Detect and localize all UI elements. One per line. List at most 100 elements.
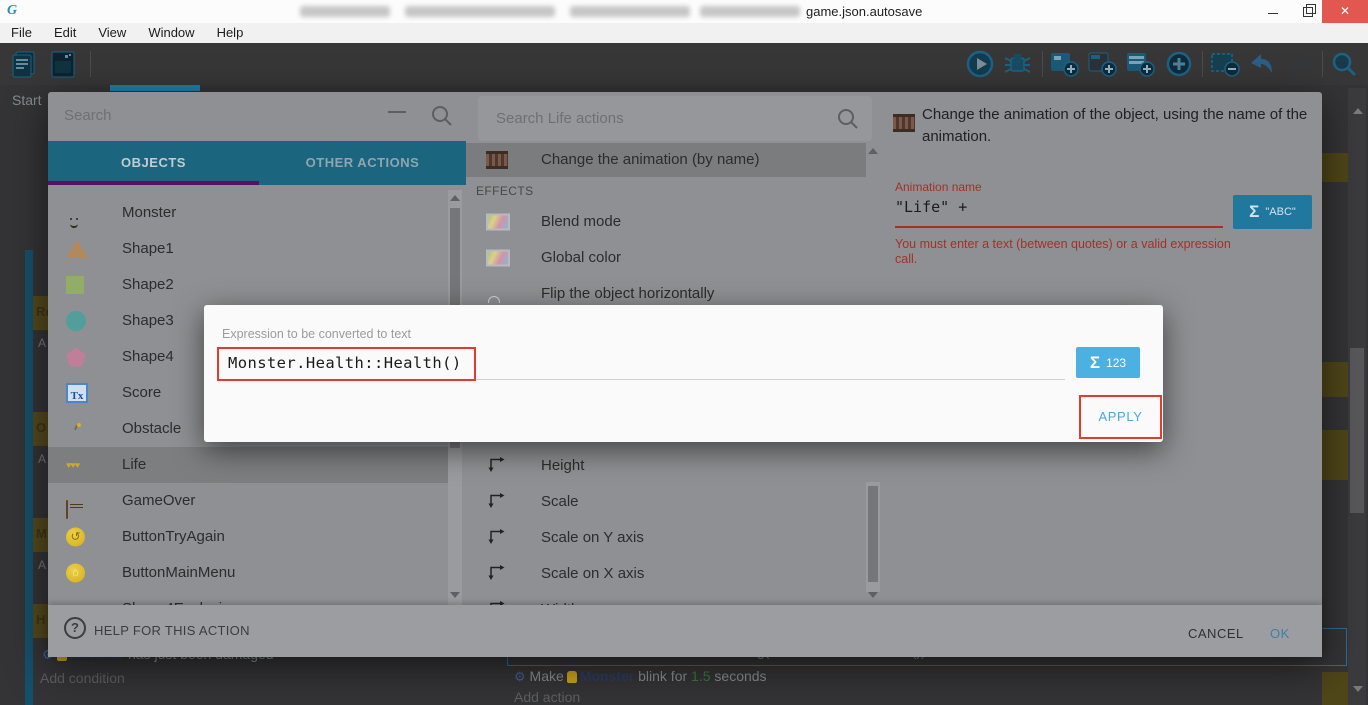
open-expression-editor-button[interactable]: Σ "ABC" (1233, 195, 1312, 229)
search-icon[interactable] (1328, 49, 1360, 79)
apply-button[interactable]: APPLY (1081, 397, 1160, 437)
action-row-scale[interactable]: Scale (466, 484, 866, 520)
actions-search-box[interactable]: Search Life actions (478, 96, 872, 141)
animation-name-label: Animation name (895, 180, 982, 194)
action-row-global-color[interactable]: Global color (466, 240, 866, 276)
scrollbar-thumb[interactable] (1350, 348, 1364, 513)
tab-objects[interactable]: OBJECTS (48, 141, 259, 185)
cancel-button[interactable]: CANCEL (1180, 622, 1252, 645)
text-object-icon (66, 383, 88, 403)
tab-start: Start (12, 92, 42, 108)
close-button[interactable] (1322, 0, 1368, 23)
redacted-title-text (300, 6, 390, 17)
comment-row-fragment (1322, 430, 1348, 480)
toolbar-divider (1042, 51, 1043, 77)
add-event-icon[interactable] (1124, 49, 1156, 79)
action-row-scale-x[interactable]: Scale on X axis (466, 556, 866, 592)
comment-row-fragment: M (33, 518, 48, 552)
restore-button[interactable] (1292, 0, 1322, 23)
triangle-icon (66, 240, 88, 258)
undo-icon[interactable] (1246, 49, 1278, 79)
menu-edit[interactable]: Edit (43, 23, 87, 43)
object-row-shape1[interactable]: Shape1 (48, 231, 448, 267)
redacted-title-text (405, 6, 555, 17)
remove-frame-icon[interactable] (1208, 49, 1240, 79)
scene-editor-icon[interactable] (10, 49, 42, 79)
toolbar-divider (1322, 51, 1323, 77)
scrollbar-thumb[interactable] (868, 486, 878, 582)
scroll-down-icon[interactable] (450, 592, 460, 598)
pentagon-icon (66, 348, 86, 367)
gear-icon: ⚙ (514, 669, 526, 684)
scroll-up-icon[interactable] (868, 148, 878, 154)
help-icon[interactable] (64, 617, 86, 639)
menu-file[interactable]: File (0, 23, 43, 43)
comment-row-fragment: H (33, 604, 48, 638)
expression-builder-button[interactable]: Σ 123 (1076, 347, 1140, 378)
object-row-life-selected[interactable]: Life (48, 447, 448, 483)
action-row-blend-mode[interactable]: Blend mode (466, 204, 866, 240)
actions-search-input[interactable]: Search Life actions (496, 110, 624, 127)
validation-error-text: You must enter a text (between quotes) o… (895, 237, 1240, 267)
add-icon[interactable] (1163, 49, 1195, 79)
active-tab-underline (48, 181, 259, 185)
object-row-monster[interactable]: Monster (48, 195, 448, 231)
redo-icon[interactable] (1285, 49, 1317, 79)
scroll-down-icon[interactable] (868, 592, 878, 598)
action-row-scale-y[interactable]: Scale on Y axis (466, 520, 866, 556)
section-effects: EFFECTS (476, 184, 533, 198)
scroll-up-icon[interactable] (450, 195, 460, 201)
menu-window[interactable]: Window (137, 23, 205, 43)
search-icon[interactable] (430, 104, 454, 128)
minimize-button[interactable] (1258, 0, 1288, 23)
event-text-fragment: A (38, 452, 46, 466)
comment-row-fragment (1322, 362, 1348, 397)
object-row-buttontryagain[interactable]: ButtonTryAgain (48, 519, 448, 555)
gdevelop-window: game.json.autosave File Edit View Window… (0, 0, 1368, 705)
objects-tabbar: OBJECTS OTHER ACTIONS (48, 141, 466, 185)
objects-search-input[interactable]: Search (64, 107, 112, 124)
square-icon (66, 276, 84, 294)
monster-mini-icon (567, 671, 577, 683)
expression-editor-modal: Expression to be converted to text Monst… (204, 305, 1163, 442)
event-text-fragment: A (38, 558, 46, 572)
events-editor-icon[interactable] (48, 49, 80, 79)
input-error-underline (895, 226, 1223, 228)
dialog-footer: HELP FOR THIS ACTION CANCEL OK (48, 605, 1322, 657)
menu-help[interactable]: Help (206, 23, 255, 43)
tab-other-actions[interactable]: OTHER ACTIONS (259, 141, 466, 185)
event-indent-bar (25, 250, 33, 705)
debug-bug-icon[interactable] (1001, 49, 1033, 79)
search-icon (836, 107, 860, 131)
comment-row-fragment: O (33, 412, 48, 446)
add-object-icon[interactable] (1048, 49, 1080, 79)
event-text-fragment: A (38, 336, 46, 350)
resize-icon (486, 562, 506, 587)
title-bar: game.json.autosave (0, 0, 1368, 24)
resize-icon (486, 454, 506, 479)
film-icon (893, 114, 915, 132)
help-link[interactable]: HELP FOR THIS ACTION (94, 623, 250, 638)
action-row-height[interactable]: Height (466, 448, 866, 484)
object-row-shape2[interactable]: Shape2 (48, 267, 448, 303)
hearts-icon (66, 460, 79, 470)
scroll-up-icon[interactable] (1353, 108, 1363, 114)
ok-button[interactable]: OK (1262, 622, 1298, 645)
comment-row-fragment: Re (33, 296, 48, 330)
blink-action-row: ⚙ MakeMonster blink for 1.5 seconds (514, 668, 767, 685)
add-group-icon[interactable] (1086, 49, 1118, 79)
action-row-change-animation[interactable]: Change the animation (by name) (466, 143, 866, 177)
object-row-gameover[interactable]: GameOver (48, 483, 448, 519)
rainbow-icon (486, 214, 510, 231)
object-row-buttonmainmenu[interactable]: ButtonMainMenu (48, 555, 448, 591)
retry-button-icon (66, 528, 85, 547)
menu-view[interactable]: View (87, 23, 137, 43)
gdevelop-logo-icon (7, 3, 23, 19)
scroll-down-icon[interactable] (1353, 686, 1363, 692)
preview-play-icon[interactable] (964, 49, 996, 79)
film-icon (486, 151, 508, 169)
toolbar-divider (1202, 51, 1203, 77)
circle-icon (66, 311, 86, 331)
comment-row-fragment (1322, 153, 1348, 182)
animation-name-input[interactable]: "Life" + (895, 198, 967, 216)
